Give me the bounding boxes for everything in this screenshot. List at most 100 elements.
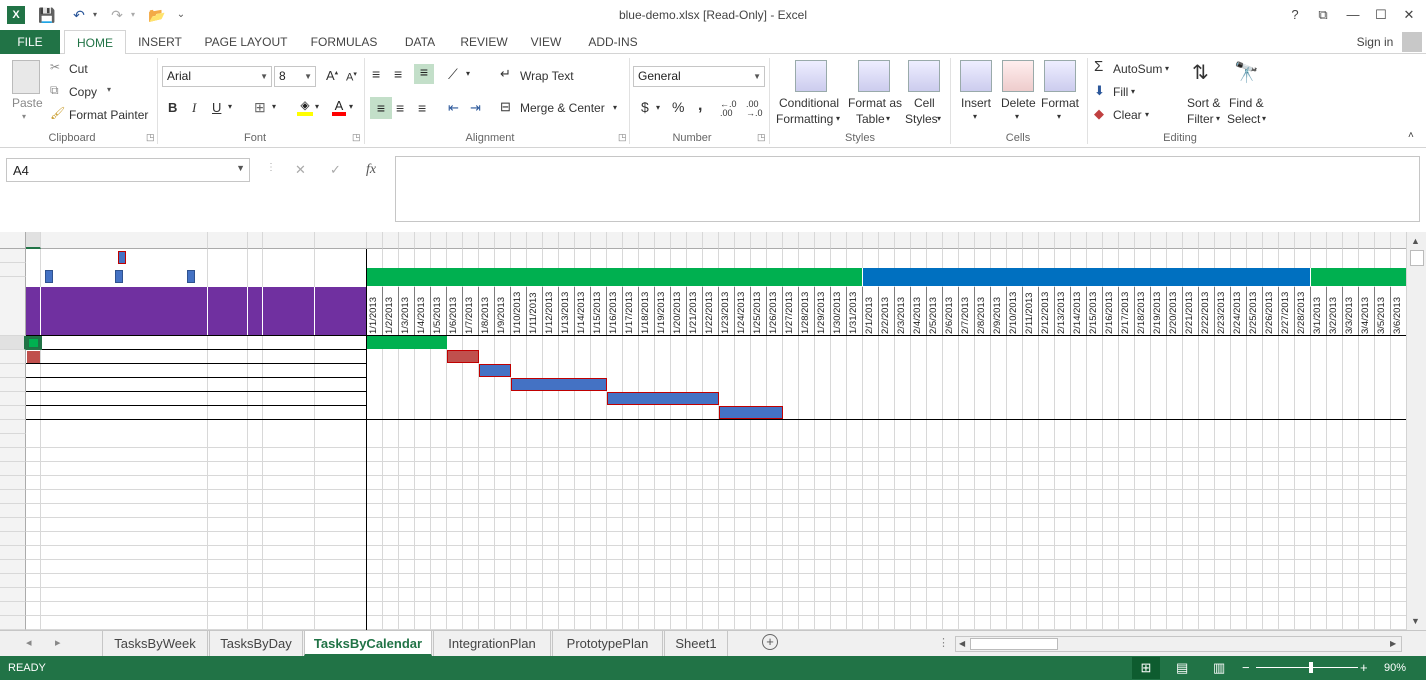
task-status-icon[interactable] bbox=[248, 392, 263, 406]
task-name[interactable] bbox=[41, 392, 208, 406]
underline-button[interactable]: U bbox=[212, 100, 221, 115]
task-owner[interactable] bbox=[208, 336, 248, 350]
column-header-i[interactable] bbox=[315, 232, 367, 249]
column-header-be[interactable] bbox=[1119, 232, 1135, 249]
column-header-x[interactable] bbox=[591, 232, 607, 249]
column-header-k[interactable] bbox=[383, 232, 399, 249]
delete-dropdown-icon[interactable]: ▾ bbox=[1015, 112, 1019, 121]
file-tab[interactable]: FILE bbox=[0, 30, 60, 54]
row-header-20[interactable] bbox=[0, 560, 26, 574]
column-header-t[interactable] bbox=[527, 232, 543, 249]
scroll-up-icon[interactable]: ▲ bbox=[1411, 236, 1420, 246]
column-header-br[interactable] bbox=[1327, 232, 1343, 249]
cut-button[interactable]: Cut bbox=[69, 62, 88, 76]
next-sheet-icon[interactable]: ▸ bbox=[55, 636, 61, 649]
gantt-bar[interactable] bbox=[511, 378, 607, 391]
row-header-9[interactable] bbox=[0, 406, 26, 420]
row-header-6[interactable] bbox=[0, 364, 26, 378]
fill-color-icon[interactable]: ◈ bbox=[297, 98, 313, 116]
column-header-az[interactable] bbox=[1039, 232, 1055, 249]
column-header-bs[interactable] bbox=[1343, 232, 1359, 249]
fill-color-dropdown-icon[interactable]: ▾ bbox=[315, 102, 319, 111]
merge-center-button[interactable]: Merge & Center bbox=[520, 101, 605, 115]
percent-button[interactable]: % bbox=[672, 99, 684, 115]
page-break-view-icon[interactable]: ▥ bbox=[1213, 660, 1225, 676]
normal-view-icon[interactable]: ⊞ bbox=[1132, 657, 1160, 679]
sheet-tabs-splitter-icon[interactable]: ⋮ bbox=[938, 636, 949, 649]
task-name[interactable] bbox=[41, 378, 208, 392]
task-owner[interactable] bbox=[208, 392, 248, 406]
column-header-bt[interactable] bbox=[1359, 232, 1375, 249]
align-right-icon[interactable]: ≡ bbox=[418, 100, 426, 116]
zoom-slider[interactable] bbox=[1256, 662, 1358, 673]
row-header-10[interactable] bbox=[0, 420, 26, 434]
row-header-21[interactable] bbox=[0, 574, 26, 588]
task-status-icon[interactable] bbox=[248, 350, 263, 364]
column-header-q[interactable] bbox=[479, 232, 495, 249]
font-size-combo[interactable]: 8 ▼ bbox=[274, 66, 316, 87]
column-header-n[interactable] bbox=[431, 232, 447, 249]
column-header-bm[interactable] bbox=[1247, 232, 1263, 249]
column-header-w[interactable] bbox=[575, 232, 591, 249]
bar-setting-button[interactable] bbox=[118, 251, 126, 264]
row-header-24[interactable] bbox=[0, 616, 26, 630]
task-start[interactable] bbox=[263, 364, 315, 378]
column-header-z[interactable] bbox=[623, 232, 639, 249]
column-header-bh[interactable] bbox=[1167, 232, 1183, 249]
task-start[interactable] bbox=[263, 336, 315, 350]
row-header-16[interactable] bbox=[0, 504, 26, 518]
task-owner[interactable] bbox=[208, 350, 248, 364]
paste-icon[interactable] bbox=[12, 60, 40, 94]
font-color-dropdown-icon[interactable]: ▾ bbox=[349, 102, 353, 111]
zoom-level[interactable]: 90% bbox=[1384, 662, 1406, 674]
row-header-18[interactable] bbox=[0, 532, 26, 546]
vertical-scroll-thumb[interactable] bbox=[1410, 250, 1424, 266]
task-start[interactable] bbox=[263, 350, 315, 364]
zoom-in-icon[interactable]: + bbox=[1360, 660, 1368, 675]
task-end[interactable] bbox=[315, 336, 367, 350]
column-header-ap[interactable] bbox=[879, 232, 895, 249]
column-header-aq[interactable] bbox=[895, 232, 911, 249]
clipboard-dialog-launcher-icon[interactable]: ◳ bbox=[146, 132, 155, 143]
horizontal-scroll-thumb[interactable] bbox=[970, 638, 1058, 650]
column-header-aa[interactable] bbox=[639, 232, 655, 249]
row-header-4[interactable] bbox=[0, 336, 26, 350]
page-layout-view-icon[interactable]: ▤ bbox=[1176, 660, 1188, 676]
sheet-tab-sheet1[interactable]: Sheet1 bbox=[664, 631, 728, 656]
orientation-icon[interactable]: ⟋ bbox=[448, 66, 458, 83]
align-left-icon[interactable]: ≡ bbox=[370, 97, 392, 119]
row-header-3[interactable] bbox=[0, 277, 26, 336]
task-end[interactable] bbox=[315, 364, 367, 378]
column-header-h[interactable] bbox=[263, 232, 315, 249]
scroll-down-icon[interactable]: ▼ bbox=[1411, 616, 1420, 626]
insert-dropdown-icon[interactable]: ▾ bbox=[973, 112, 977, 121]
increase-indent-icon[interactable]: ⇥ bbox=[470, 100, 481, 116]
column-header-as[interactable] bbox=[927, 232, 943, 249]
sort-filter-dropdown-icon[interactable]: ▾ bbox=[1216, 114, 1220, 123]
underline-dropdown-icon[interactable]: ▾ bbox=[228, 102, 232, 111]
tab-data[interactable]: DATA bbox=[392, 30, 448, 54]
column-header-bl[interactable] bbox=[1231, 232, 1247, 249]
cell-styles-dropdown-icon[interactable]: ▾ bbox=[937, 114, 941, 123]
italic-button[interactable]: I bbox=[192, 100, 196, 116]
column-header-ar[interactable] bbox=[911, 232, 927, 249]
tab-add-ins[interactable]: ADD-INS bbox=[578, 30, 648, 54]
sheet-tab-tasksbyday[interactable]: TasksByDay bbox=[209, 631, 303, 656]
column-header-bd[interactable] bbox=[1103, 232, 1119, 249]
formula-bar-grip-icon[interactable]: ⋮ bbox=[266, 162, 276, 173]
scroll-left-icon[interactable]: ◀ bbox=[959, 639, 965, 648]
font-color-icon[interactable]: A bbox=[332, 98, 346, 116]
borders-icon[interactable]: ⊞ bbox=[254, 99, 266, 116]
row-header-23[interactable] bbox=[0, 602, 26, 616]
row-header-13[interactable] bbox=[0, 462, 26, 476]
tab-formulas[interactable]: FORMULAS bbox=[302, 30, 386, 54]
tab-page-layout[interactable]: PAGE LAYOUT bbox=[196, 30, 296, 54]
currency-button[interactable]: $ bbox=[641, 99, 649, 115]
task-name[interactable] bbox=[41, 350, 208, 364]
column-header-bi[interactable] bbox=[1183, 232, 1199, 249]
user-avatar-icon[interactable] bbox=[1402, 32, 1422, 52]
column-header-bf[interactable] bbox=[1135, 232, 1151, 249]
ribbon-display-options-button[interactable]: ⧉ bbox=[1312, 4, 1334, 26]
autosum-button[interactable]: AutoSum bbox=[1113, 62, 1162, 76]
sheet-tab-tasksbyweek[interactable]: TasksByWeek bbox=[102, 631, 208, 656]
